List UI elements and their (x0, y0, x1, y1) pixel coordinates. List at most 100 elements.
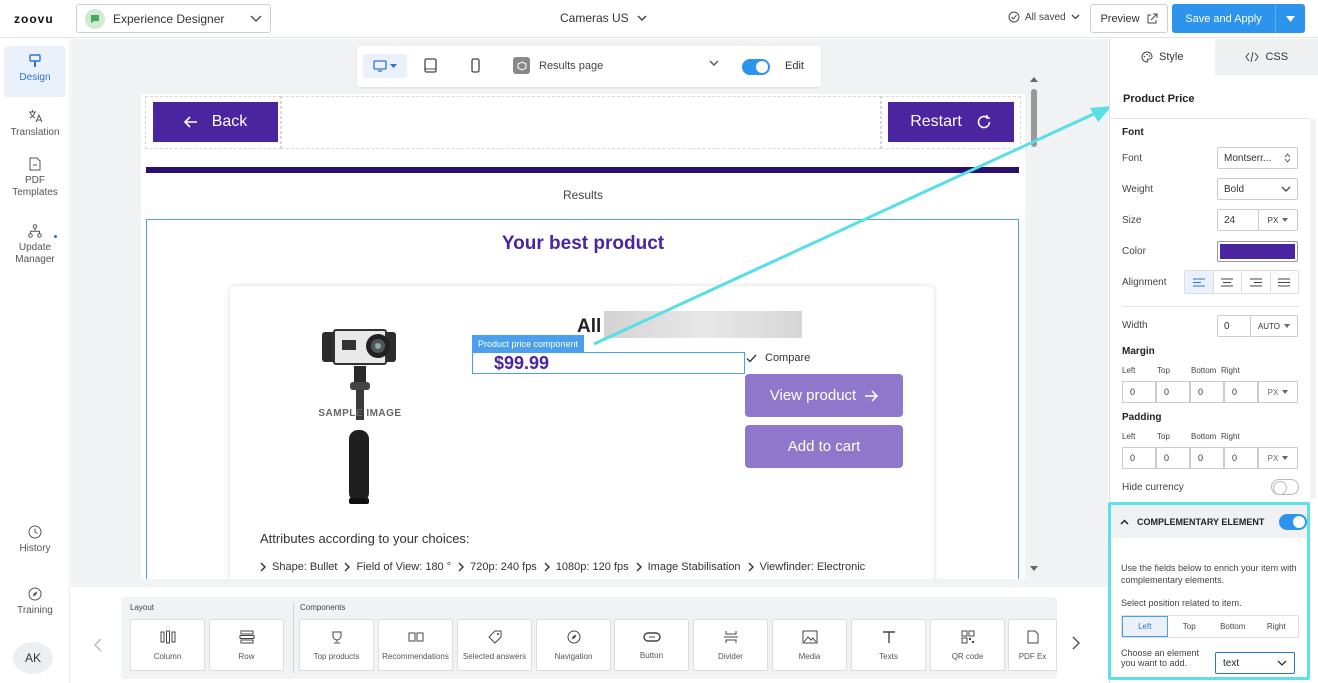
rail-item-update-manager[interactable]: Update Manager (4, 224, 66, 266)
width-input[interactable]: 0 (1217, 315, 1251, 337)
padding-left-input[interactable]: 0 (1122, 447, 1156, 469)
tablet-view-button[interactable] (424, 58, 437, 73)
width-unit-select[interactable]: AUTO (1250, 315, 1298, 337)
margin-unit-select[interactable]: PX (1258, 381, 1298, 403)
chevron-right-icon[interactable] (1072, 636, 1080, 650)
chevron-right-icon (260, 562, 266, 572)
align-left-button[interactable] (1185, 271, 1214, 293)
rail-item-translation[interactable]: Translation (4, 109, 66, 139)
tab-css[interactable]: CSS (1214, 39, 1318, 75)
component-qr-code[interactable]: QR code (930, 619, 1005, 671)
component-texts[interactable]: Texts (851, 619, 926, 671)
qr-code-icon (961, 630, 974, 643)
top-bar: zoovu Experience Designer Cameras US All… (0, 0, 1318, 38)
avatar[interactable]: AK (13, 642, 53, 674)
padding-unit-select[interactable]: PX (1258, 447, 1298, 469)
complementary-element-section: COMPLEMENTARY ELEMENT Use the fields bel… (1108, 502, 1310, 680)
position-left-tab[interactable]: Left (1122, 616, 1168, 637)
position-label: Select position related to item. (1121, 598, 1242, 608)
rail-item-history[interactable]: History (4, 525, 66, 555)
back-button[interactable]: Back (153, 102, 278, 142)
size-input-value: 24 (1224, 214, 1236, 226)
panel-scrollbar[interactable] (1310, 119, 1316, 499)
save-status[interactable]: All saved (1008, 11, 1080, 23)
back-label: Back (211, 113, 248, 130)
rail-item-design[interactable]: Design (4, 46, 66, 97)
box-icon (513, 57, 530, 74)
save-and-apply-button[interactable]: Save and Apply (1172, 4, 1305, 33)
preview-button[interactable]: Preview (1090, 4, 1168, 33)
caret-down-icon (1282, 390, 1289, 394)
columns-icon (160, 630, 175, 643)
position-right-tab[interactable]: Right (1255, 616, 1299, 637)
project-selector[interactable]: Experience Designer (76, 4, 271, 33)
font-select[interactable]: Montserr... (1217, 147, 1298, 169)
component-recommendations[interactable]: Recommendations (378, 619, 453, 671)
add-to-cart-button[interactable]: Add to cart (745, 425, 903, 468)
padding-top-input[interactable]: 0 (1156, 447, 1190, 469)
margin-left-input[interactable]: 0 (1122, 381, 1156, 403)
component-divider[interactable]: Divider (693, 619, 768, 671)
chat-icon (85, 8, 105, 29)
size-input[interactable]: 24 (1217, 209, 1259, 231)
chevron-down-icon (1277, 660, 1287, 666)
chevron-down-icon[interactable] (709, 60, 719, 67)
component-top-products[interactable]: Top products (299, 619, 374, 671)
page-selector[interactable]: Results page (513, 57, 603, 74)
save-options-dropdown[interactable] (1275, 4, 1305, 33)
position-bottom-tab[interactable]: Bottom (1211, 616, 1255, 637)
hide-currency-toggle[interactable] (1271, 479, 1299, 495)
complementary-header[interactable]: COMPLEMENTARY ELEMENT (1111, 505, 1307, 538)
align-right-button[interactable] (1242, 271, 1271, 293)
component-pdf-export[interactable]: PDF Ex (1008, 619, 1057, 671)
weight-select[interactable]: Bold (1217, 178, 1298, 200)
compare-checkbox[interactable]: Compare (746, 352, 810, 364)
component-navigation[interactable]: Navigation (536, 619, 611, 671)
align-right-icon (1249, 278, 1262, 286)
view-product-button[interactable]: View product (745, 374, 903, 417)
padding-bottom-input[interactable]: 0 (1190, 447, 1224, 469)
compass-icon (28, 587, 42, 601)
size-unit-select[interactable]: PX (1258, 209, 1298, 231)
chevron-left-icon[interactable] (94, 638, 102, 652)
align-justify-button[interactable] (1271, 271, 1299, 293)
caret-down-icon (1282, 456, 1289, 460)
width-unit-value: AUTO (1257, 321, 1281, 331)
width-label: Width (1122, 320, 1148, 331)
rail-item-training[interactable]: Training (4, 587, 66, 617)
tab-style-label: Style (1159, 51, 1184, 63)
rail-item-pdf-templates[interactable]: PDF Templates (4, 157, 66, 199)
product-price[interactable]: $99.99 (494, 353, 549, 374)
catalog-name: Cameras US (560, 11, 629, 25)
attribute-item: Shape: Bullet (260, 561, 337, 573)
component-button[interactable]: Button (614, 619, 689, 671)
edit-toggle[interactable] (742, 59, 770, 75)
position-tabs: Left Top Bottom Right (1121, 615, 1299, 638)
color-swatch[interactable] (1217, 241, 1298, 262)
component-media[interactable]: Media (772, 619, 847, 671)
element-type-select[interactable]: text (1215, 652, 1295, 674)
panel-tabs: Style CSS (1110, 39, 1318, 75)
margin-right-input[interactable]: 0 (1224, 381, 1258, 403)
position-top-tab[interactable]: Top (1168, 616, 1212, 637)
margin-section-title: Margin (1122, 346, 1155, 357)
chevron-down-icon (1281, 186, 1291, 192)
component-selected-answers[interactable]: Selected answers (457, 619, 532, 671)
align-center-button[interactable] (1214, 271, 1242, 293)
caret-down-icon (1284, 324, 1291, 328)
complementary-description: Use the fields below to enrich your item… (1121, 563, 1297, 585)
tab-style[interactable]: Style (1110, 39, 1215, 75)
palette-icon (1141, 51, 1153, 63)
alignment-group (1184, 270, 1299, 294)
save-and-apply-label: Save and Apply (1185, 12, 1262, 25)
hide-currency-label: Hide currency (1122, 482, 1184, 493)
margin-bottom-input[interactable]: 0 (1190, 381, 1224, 403)
margin-top-input[interactable]: 0 (1156, 381, 1190, 403)
component-row[interactable]: Row (209, 619, 284, 671)
component-column[interactable]: Column (130, 619, 205, 671)
mobile-view-button[interactable] (471, 58, 480, 73)
padding-right-input[interactable]: 0 (1224, 447, 1258, 469)
desktop-view-button[interactable] (363, 54, 407, 78)
complementary-toggle[interactable] (1279, 514, 1307, 530)
catalog-selector[interactable]: Cameras US (560, 11, 647, 25)
